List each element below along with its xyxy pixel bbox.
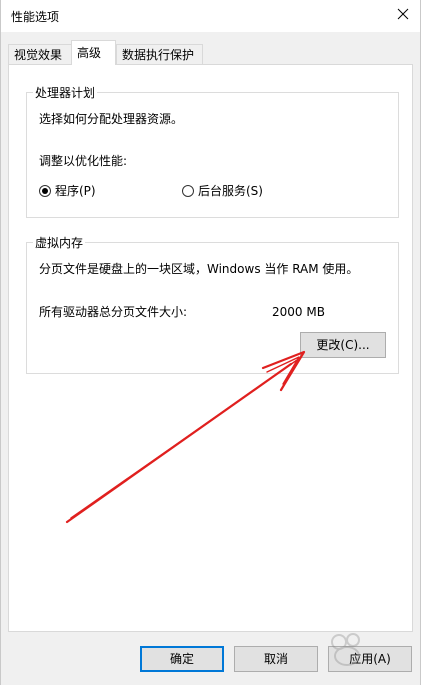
radio-services-label: 后台服务(S) [198, 184, 263, 198]
processor-group-title: 处理器计划 [33, 85, 98, 101]
cancel-button[interactable]: 取消 [234, 646, 318, 672]
radio-programs-indicator [39, 185, 51, 197]
window-title: 性能选项 [11, 10, 60, 24]
ok-button[interactable]: 确定 [140, 646, 224, 672]
title-bar: 性能选项 [1, 0, 420, 32]
close-button[interactable] [386, 0, 420, 30]
radio-background-services[interactable]: 后台服务(S) [182, 183, 263, 199]
virtual-memory-group: 虚拟内存 分页文件是硬盘上的一块区域，Windows 当作 RAM 使用。 所有… [26, 235, 399, 374]
virtual-memory-group-title: 虚拟内存 [33, 235, 86, 251]
change-button[interactable]: 更改(C)... [300, 332, 386, 358]
close-icon [397, 8, 409, 23]
tab-advanced[interactable]: 高级 [71, 40, 116, 65]
adjust-performance-label: 调整以优化性能: [39, 154, 128, 168]
total-paging-size-value: 2000 MB [272, 305, 325, 319]
advanced-tab-panel: 处理器计划 选择如何分配处理器资源。 调整以优化性能: 程序(P) 后台服务(S… [8, 64, 413, 632]
radio-programs-label: 程序(P) [55, 184, 96, 198]
total-paging-size-label: 所有驱动器总分页文件大小: [39, 305, 188, 319]
radio-services-indicator [182, 185, 194, 197]
processor-scheduling-group: 处理器计划 选择如何分配处理器资源。 调整以优化性能: 程序(P) 后台服务(S… [26, 85, 399, 218]
tab-data-execution-prevention[interactable]: 数据执行保护 [116, 44, 203, 65]
performance-options-window: 性能选项 视觉效果 高级 数据执行保护 处理器计划 选择如何分配处理器资源。 调… [0, 0, 421, 685]
apply-button[interactable]: 应用(A) [328, 646, 412, 672]
tab-visual-effects[interactable]: 视觉效果 [8, 44, 72, 65]
radio-programs[interactable]: 程序(P) [39, 183, 96, 199]
virtual-memory-description: 分页文件是硬盘上的一块区域，Windows 当作 RAM 使用。 [39, 262, 359, 276]
processor-description: 选择如何分配处理器资源。 [39, 112, 184, 126]
